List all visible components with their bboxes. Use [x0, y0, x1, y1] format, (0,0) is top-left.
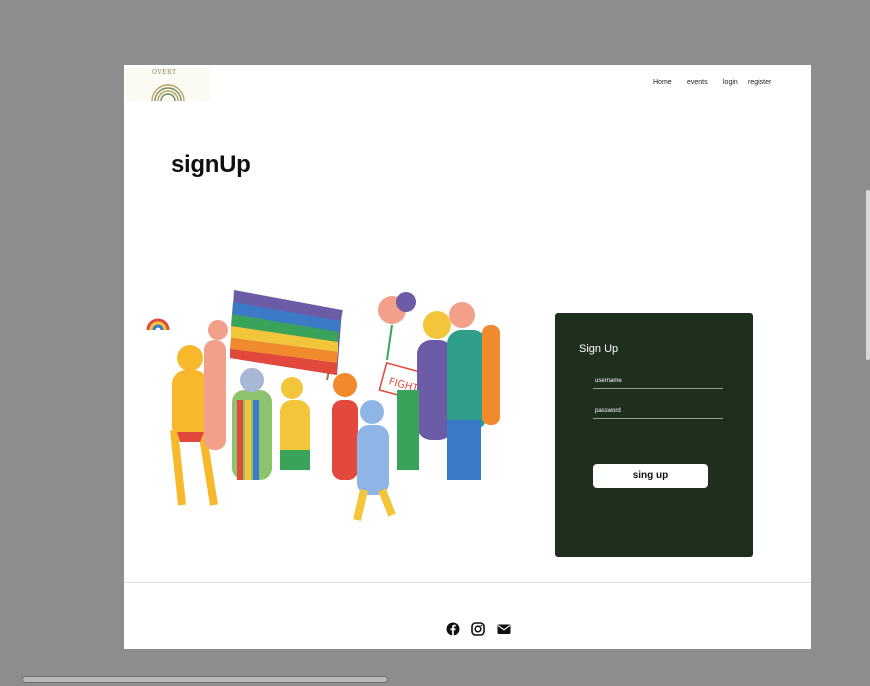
browser-page: OVERT Home events login register signUp — [124, 65, 811, 649]
instagram-icon[interactable] — [471, 622, 485, 636]
logo-text: OVERT — [152, 69, 177, 76]
nav-login[interactable]: login — [723, 79, 738, 86]
site-logo[interactable]: OVERT — [126, 67, 210, 102]
nav-home[interactable]: Home — [653, 79, 672, 86]
password-field[interactable]: password — [593, 406, 723, 419]
footer-divider — [124, 582, 811, 583]
sign-up-button[interactable]: sing up — [593, 464, 708, 488]
page-title: signUp — [171, 151, 251, 178]
nav-events[interactable]: events — [687, 79, 708, 86]
nav-register[interactable]: register — [748, 79, 771, 86]
signup-card-title: Sign Up — [579, 343, 619, 355]
signup-card: Sign Up username password sing up — [555, 313, 753, 557]
username-field[interactable]: username — [593, 376, 723, 389]
horizontal-scrollbar[interactable] — [22, 676, 388, 683]
envelope-icon[interactable] — [497, 622, 511, 636]
facebook-icon[interactable] — [446, 622, 460, 636]
vertical-scrollbar[interactable] — [866, 190, 870, 360]
pride-parade-illustration: FIGHT BACK — [146, 290, 500, 521]
